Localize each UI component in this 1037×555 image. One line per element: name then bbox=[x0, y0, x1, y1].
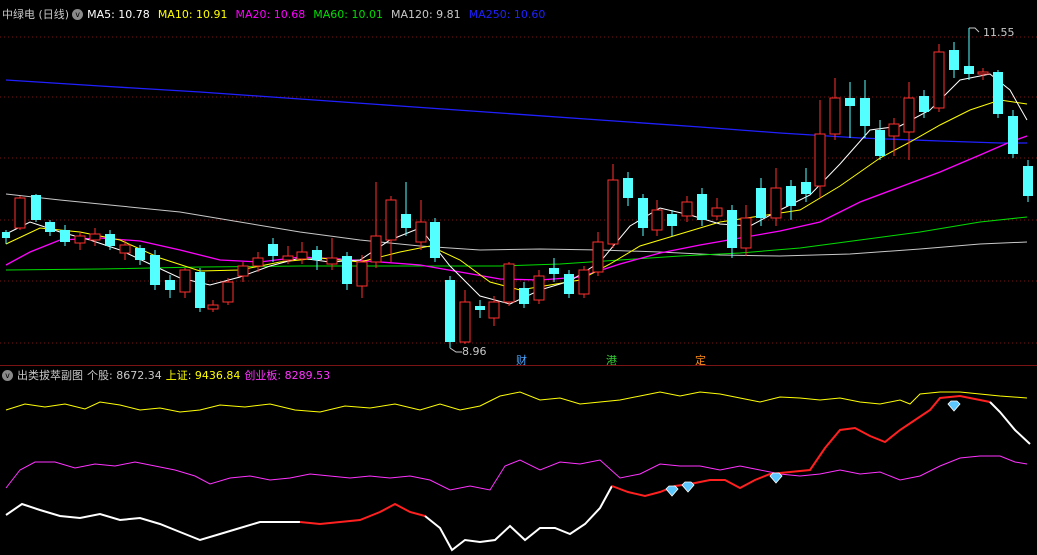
candle[interactable] bbox=[326, 238, 338, 270]
candle[interactable] bbox=[814, 100, 826, 198]
candle[interactable] bbox=[503, 262, 515, 306]
candle[interactable] bbox=[370, 182, 382, 268]
candle[interactable] bbox=[222, 278, 234, 305]
high-price-label: 11.55 bbox=[983, 26, 1015, 39]
candle[interactable] bbox=[268, 238, 278, 262]
candle[interactable] bbox=[459, 290, 471, 344]
sub-chart-legend: v 出类拔萃副图 个股: 8672.34 上证: 9436.84 创业板: 82… bbox=[2, 367, 334, 383]
candle[interactable] bbox=[31, 194, 41, 222]
candle[interactable] bbox=[14, 196, 26, 230]
candle[interactable] bbox=[296, 242, 308, 264]
pane-divider[interactable] bbox=[0, 365, 1037, 366]
candle[interactable] bbox=[667, 210, 677, 236]
candle[interactable] bbox=[179, 268, 191, 298]
candle[interactable] bbox=[135, 245, 145, 265]
candle[interactable] bbox=[964, 28, 974, 80]
candle[interactable] bbox=[475, 300, 485, 318]
candle[interactable] bbox=[385, 196, 397, 262]
candle[interactable] bbox=[165, 275, 175, 298]
candle[interactable] bbox=[430, 218, 440, 262]
low-marker-arrow bbox=[449, 347, 462, 353]
shanghai-index-value: 上证: 9436.84 bbox=[165, 369, 241, 382]
candle[interactable] bbox=[933, 44, 945, 112]
diamond-icon bbox=[769, 472, 783, 484]
candle[interactable] bbox=[119, 240, 131, 260]
stock-line-white bbox=[989, 401, 1031, 445]
candle[interactable] bbox=[445, 276, 455, 348]
candle[interactable] bbox=[888, 118, 900, 156]
candle[interactable] bbox=[578, 266, 590, 298]
ma250-line bbox=[5, 79, 1027, 144]
shanghai-line bbox=[5, 391, 1028, 413]
candle[interactable] bbox=[45, 220, 55, 236]
candle[interactable] bbox=[711, 198, 723, 220]
candle[interactable] bbox=[607, 164, 619, 248]
candle[interactable] bbox=[949, 42, 959, 78]
stock-line-white bbox=[424, 485, 613, 552]
candle[interactable] bbox=[60, 225, 70, 246]
candle[interactable] bbox=[919, 90, 929, 118]
candle[interactable] bbox=[977, 68, 989, 80]
candle[interactable] bbox=[592, 232, 604, 276]
candle[interactable] bbox=[564, 270, 574, 298]
candle[interactable] bbox=[401, 182, 411, 236]
candle[interactable] bbox=[533, 270, 545, 304]
main-candlestick-chart[interactable] bbox=[0, 0, 1037, 365]
candle[interactable] bbox=[342, 252, 352, 290]
chinext-index-value: 创业板: 8289.53 bbox=[244, 369, 331, 382]
stock-line-red bbox=[299, 502, 426, 526]
candle[interactable] bbox=[651, 200, 663, 236]
candle[interactable] bbox=[207, 300, 219, 312]
candle[interactable] bbox=[638, 194, 648, 236]
candle[interactable] bbox=[829, 78, 841, 140]
candle[interactable] bbox=[2, 230, 10, 244]
candle[interactable] bbox=[237, 262, 249, 282]
candle[interactable] bbox=[1023, 160, 1033, 202]
stock-line-white bbox=[5, 502, 300, 542]
low-price-label: 8.96 bbox=[462, 345, 487, 358]
candle[interactable] bbox=[875, 120, 885, 160]
candle[interactable] bbox=[860, 80, 870, 138]
sub-chart-title[interactable]: 出类拔萃副图 bbox=[17, 367, 83, 383]
candle[interactable] bbox=[623, 172, 633, 206]
ma120-line bbox=[5, 193, 1028, 257]
candle[interactable] bbox=[150, 250, 160, 290]
candle[interactable] bbox=[105, 230, 115, 250]
settings-circle-icon[interactable]: v bbox=[2, 369, 13, 381]
candle[interactable] bbox=[74, 232, 86, 250]
diamond-icon bbox=[665, 485, 679, 497]
stock-index-value: 个股: 8672.34 bbox=[87, 369, 162, 382]
candle[interactable] bbox=[415, 200, 427, 250]
candle[interactable] bbox=[903, 82, 915, 160]
candle[interactable] bbox=[697, 188, 707, 226]
candle[interactable] bbox=[786, 180, 796, 220]
diamond-icon bbox=[947, 400, 961, 412]
candle[interactable] bbox=[681, 196, 693, 222]
candle[interactable] bbox=[801, 168, 811, 202]
candle[interactable] bbox=[519, 282, 529, 308]
stock-line-red bbox=[611, 394, 991, 498]
candle[interactable] bbox=[993, 70, 1003, 118]
chinext-line bbox=[5, 455, 1028, 491]
candle[interactable] bbox=[1008, 110, 1018, 158]
candle[interactable] bbox=[770, 168, 782, 226]
candle[interactable] bbox=[845, 82, 855, 138]
diamond-icon bbox=[681, 481, 695, 493]
candle[interactable] bbox=[727, 205, 737, 258]
high-marker-arrow bbox=[969, 27, 980, 33]
candle[interactable] bbox=[740, 205, 752, 256]
candle[interactable] bbox=[195, 268, 205, 312]
